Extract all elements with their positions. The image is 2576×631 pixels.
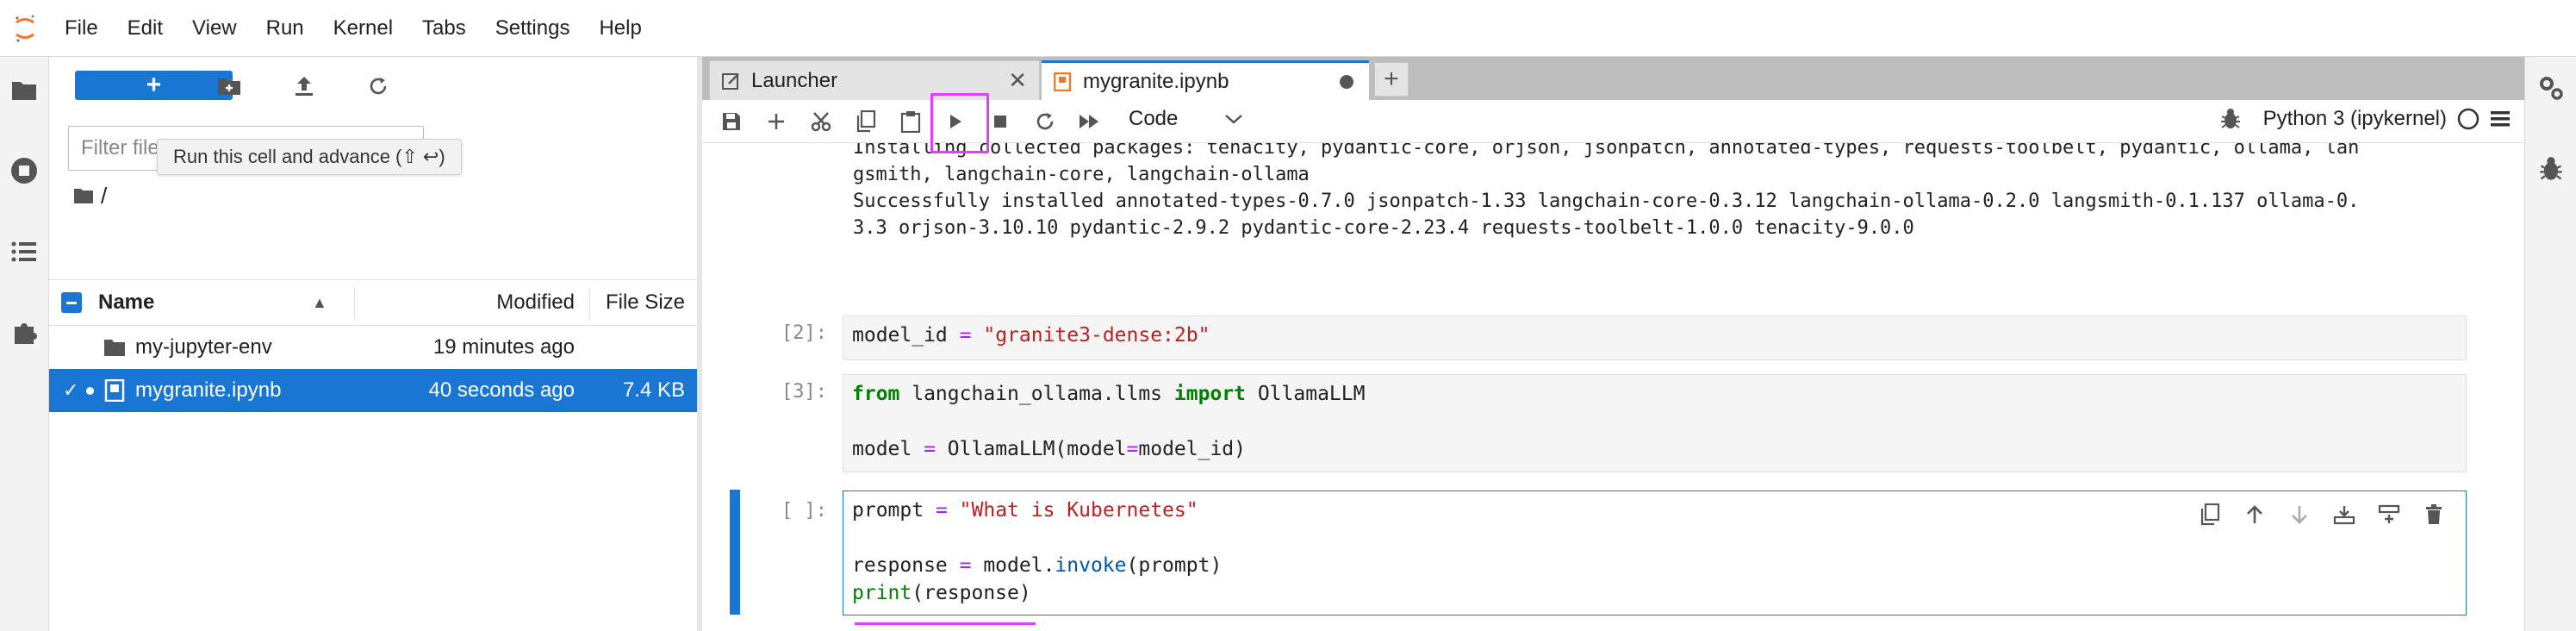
kernel-idle-icon <box>2457 108 2480 130</box>
file-row-my-jupyter-env[interactable]: my-jupyter-env 19 minutes ago <box>49 326 697 369</box>
active-code-cell[interactable]: prompt = "What is Kubernetes" response =… <box>843 490 2467 615</box>
property-inspector-gears-icon[interactable] <box>2536 72 2567 103</box>
copy-icon[interactable] <box>852 108 880 135</box>
sort-ascending-icon[interactable]: ▲ <box>312 294 327 312</box>
output-line: 3.3 orjson-3.10.10 pydantic-2.9.2 pydant… <box>853 217 1914 239</box>
menu-settings[interactable]: Settings <box>481 0 585 57</box>
file-list-header: Name ▲ Modified File Size <box>49 279 697 326</box>
cell-output: Installing collected packages: tenacity,… <box>853 143 2359 241</box>
output-line: Successfully installed annotated-types-0… <box>853 191 2360 212</box>
table-of-contents-icon[interactable] <box>7 234 41 269</box>
duplicate-cell-icon[interactable] <box>2195 500 2224 529</box>
interrupt-kernel-icon[interactable] <box>986 108 1014 135</box>
cell-prompt: [3]: <box>781 381 827 403</box>
cut-icon[interactable] <box>807 108 835 135</box>
bug-icon[interactable] <box>2220 108 2241 130</box>
unsaved-indicator[interactable] <box>1340 74 1353 89</box>
insert-below-icon[interactable] <box>2374 500 2404 529</box>
annotation-underline <box>855 622 1036 625</box>
column-name[interactable]: Name <box>98 291 154 315</box>
breadcrumb-root[interactable]: / <box>101 183 107 209</box>
insert-cell-icon[interactable] <box>762 108 790 135</box>
notebook-panel: Installing collected packages: tenacity,… <box>702 143 2524 631</box>
save-icon[interactable] <box>718 108 745 135</box>
cell-prompt: [ ]: <box>781 500 827 522</box>
move-up-icon[interactable] <box>2240 500 2269 529</box>
select-all-checkbox[interactable] <box>61 292 82 313</box>
run-button-highlight <box>930 93 989 153</box>
breadcrumb[interactable]: / <box>73 183 107 209</box>
running-indicator <box>86 386 94 395</box>
menu-icon[interactable] <box>2490 109 2511 128</box>
kernel-name[interactable]: Python 3 (ipykernel) <box>2263 107 2447 131</box>
cell-toolbar <box>2195 500 2448 529</box>
file-browser: + Filter file Run this cell and advance … <box>49 57 697 631</box>
refresh-icon[interactable] <box>364 72 392 100</box>
file-row-mygranite-ipynb[interactable]: ✓ mygranite.ipynb 40 seconds ago 7.4 KB <box>49 369 697 412</box>
column-modified[interactable]: Modified <box>437 291 575 315</box>
new-launcher-button[interactable]: + <box>75 71 233 100</box>
menubar: File Edit View Run Kernel Tabs Settings … <box>0 0 2576 57</box>
file-size: 7.4 KB <box>622 378 685 402</box>
column-file-size[interactable]: File Size <box>583 291 685 315</box>
right-sidebar <box>2524 57 2576 631</box>
notebook-icon <box>1054 72 1071 91</box>
menu-edit[interactable]: Edit <box>113 0 177 57</box>
menu-run[interactable]: Run <box>252 0 319 57</box>
restart-run-all-icon[interactable] <box>1076 108 1104 135</box>
edit-icon <box>722 72 739 90</box>
extensions-puzzle-icon[interactable] <box>7 316 41 350</box>
new-folder-icon[interactable] <box>215 72 243 100</box>
tab-label: mygranite.ipynb <box>1083 69 1229 93</box>
filter-placeholder: Filter file <box>81 136 159 159</box>
new-tab-button[interactable]: + <box>1374 62 1409 97</box>
menu-help[interactable]: Help <box>584 0 656 57</box>
folder-icon <box>74 189 93 203</box>
file-modified: 40 seconds ago <box>428 378 575 402</box>
code-cell[interactable]: from langchain_ollama.llms import Ollama… <box>843 374 2467 472</box>
restart-kernel-icon[interactable] <box>1031 108 1059 135</box>
tab-label: Launcher <box>751 68 838 92</box>
cell-type-value: Code <box>1129 107 1179 130</box>
chevron-down-icon <box>1225 115 1243 124</box>
notebook-icon <box>103 378 127 403</box>
cell-prompt: [2]: <box>781 322 827 344</box>
menu-view[interactable]: View <box>177 0 252 57</box>
cell-type-dropdown[interactable]: Code <box>1129 107 1245 131</box>
folder-icon[interactable] <box>7 72 41 107</box>
upload-icon[interactable] <box>290 72 318 100</box>
output-line: gsmith, langchain-core, langchain-ollama <box>853 164 1310 185</box>
file-modified: 19 minutes ago <box>432 335 575 359</box>
insert-above-icon[interactable] <box>2330 500 2359 529</box>
running-kernels-icon[interactable] <box>7 153 41 188</box>
file-name: mygranite.ipynb <box>135 378 282 402</box>
menu-kernel[interactable]: Kernel <box>319 0 408 57</box>
tab-launcher[interactable]: Launcher ✕ <box>709 60 1040 100</box>
file-name: my-jupyter-env <box>135 335 272 359</box>
debugger-bug-icon[interactable] <box>2536 153 2567 184</box>
jupyter-logo-icon <box>0 0 50 57</box>
tab-mygranite[interactable]: mygranite.ipynb <box>1042 60 1369 100</box>
paste-icon[interactable] <box>897 108 924 135</box>
close-icon[interactable]: ✕ <box>1008 67 1027 94</box>
menu-tabs[interactable]: Tabs <box>408 0 481 57</box>
move-down-icon[interactable] <box>2285 500 2314 529</box>
active-cell-indicator <box>730 490 740 615</box>
output-line: Installing collected packages: tenacity,… <box>853 143 2360 159</box>
folder-icon <box>103 335 127 359</box>
run-cell-tooltip: Run this cell and advance (⇧ ↩) <box>157 139 462 175</box>
kernel-status[interactable]: Python 3 (ipykernel) <box>2220 107 2511 131</box>
code-cell[interactable]: model_id = "granite3-dense:2b" <box>843 316 2467 360</box>
delete-cell-icon[interactable] <box>2419 500 2448 529</box>
check-icon: ✓ <box>63 379 79 401</box>
menu-file[interactable]: File <box>50 0 113 57</box>
left-sidebar <box>0 57 49 631</box>
